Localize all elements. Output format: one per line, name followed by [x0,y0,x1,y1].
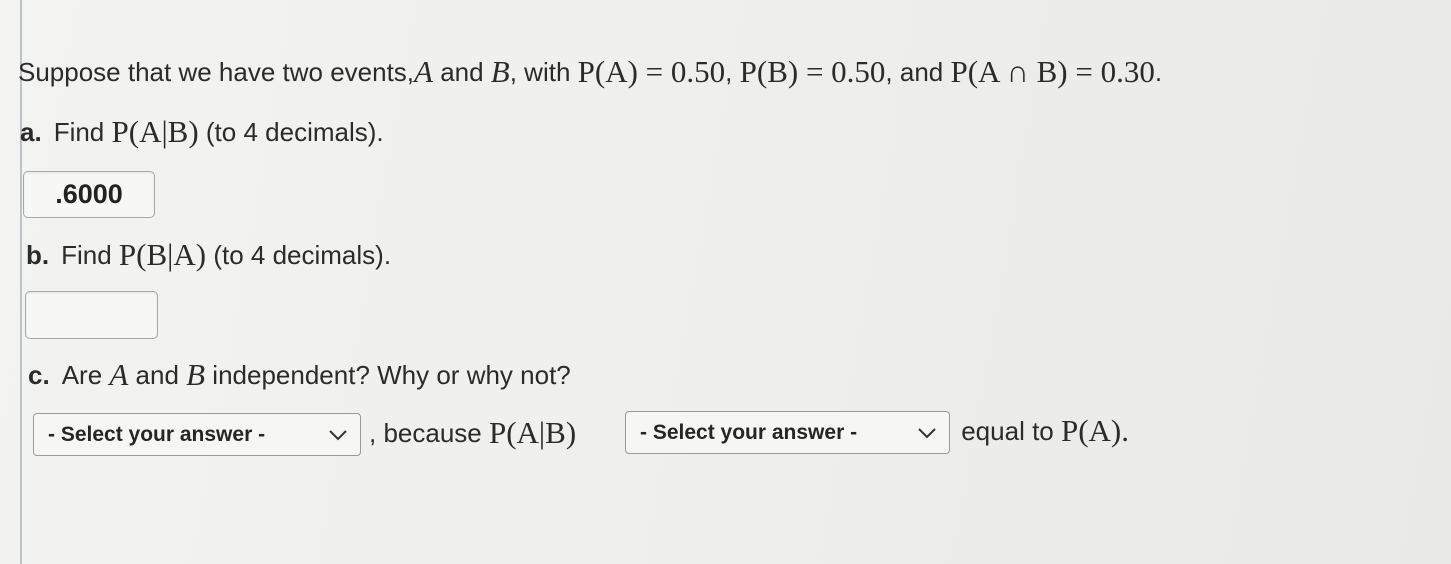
chevron-down-icon [918,427,936,438]
part-a-prompt: a. Find P(A|B) (to 4 decimals). [20,115,384,149]
prob-a-expression: P(A) = 0.50 [577,54,726,89]
part-c-rest: independent? Why or why not? [205,360,571,390]
question-sep: , [725,57,740,87]
part-b-expression: P(B|A) [118,237,207,272]
chevron-down-icon [329,429,347,440]
part-b-note: (to 4 decimals). [206,240,392,270]
because-expression: P(A|B) [488,415,577,450]
part-a-note: (to 4 decimals). [198,117,384,147]
part-c-prompt: c. Are A and B independent? Why or why n… [28,358,571,392]
question-with: , with [509,57,578,87]
equal-to-text: equal to [954,416,1061,446]
part-a-expression: P(A|B) [111,114,199,149]
event-b-symbol: B [490,54,510,89]
equal-to-clause: equal to P(A) . [954,414,1129,448]
event-a-symbol: A [414,54,433,89]
independence-select[interactable]: - Select your answer - [33,413,361,456]
prob-intersection-expression: P(A ∩ B) = 0.30 [950,54,1155,89]
question-statement: Suppose that we have two events, A and B… [18,55,1162,89]
question-and-2: , and [885,57,951,87]
part-a-find: Find [53,117,112,147]
question-end: . [1154,57,1163,87]
comparison-select-value: - Select your answer - [640,420,858,444]
part-b-answer-input[interactable] [25,291,158,339]
question-intro: Suppose that we have two events, [18,57,415,87]
part-c-and: and [128,360,187,390]
comparison-select[interactable]: - Select your answer - [625,411,950,454]
equal-to-expression: P(A) [1060,413,1122,448]
part-c-event-b: B [186,357,206,392]
part-c-are: Are [61,360,110,390]
part-c-event-a: A [109,357,129,392]
part-b-prompt: b. Find P(B|A) (to 4 decimals). [26,238,391,272]
part-c-label: c. [28,360,50,390]
part-a-answer-input[interactable]: .6000 [23,171,155,218]
because-clause: , because P(A|B) [369,416,576,450]
part-b-label: b. [26,240,50,270]
because-text: , because [369,418,489,448]
prob-b-expression: P(B) = 0.50 [739,54,886,89]
equal-to-end: . [1121,413,1130,448]
question-and: and [432,57,491,87]
part-b-find: Find [61,240,119,270]
part-a-label: a. [20,117,42,147]
independence-select-value: - Select your answer - [48,422,266,446]
